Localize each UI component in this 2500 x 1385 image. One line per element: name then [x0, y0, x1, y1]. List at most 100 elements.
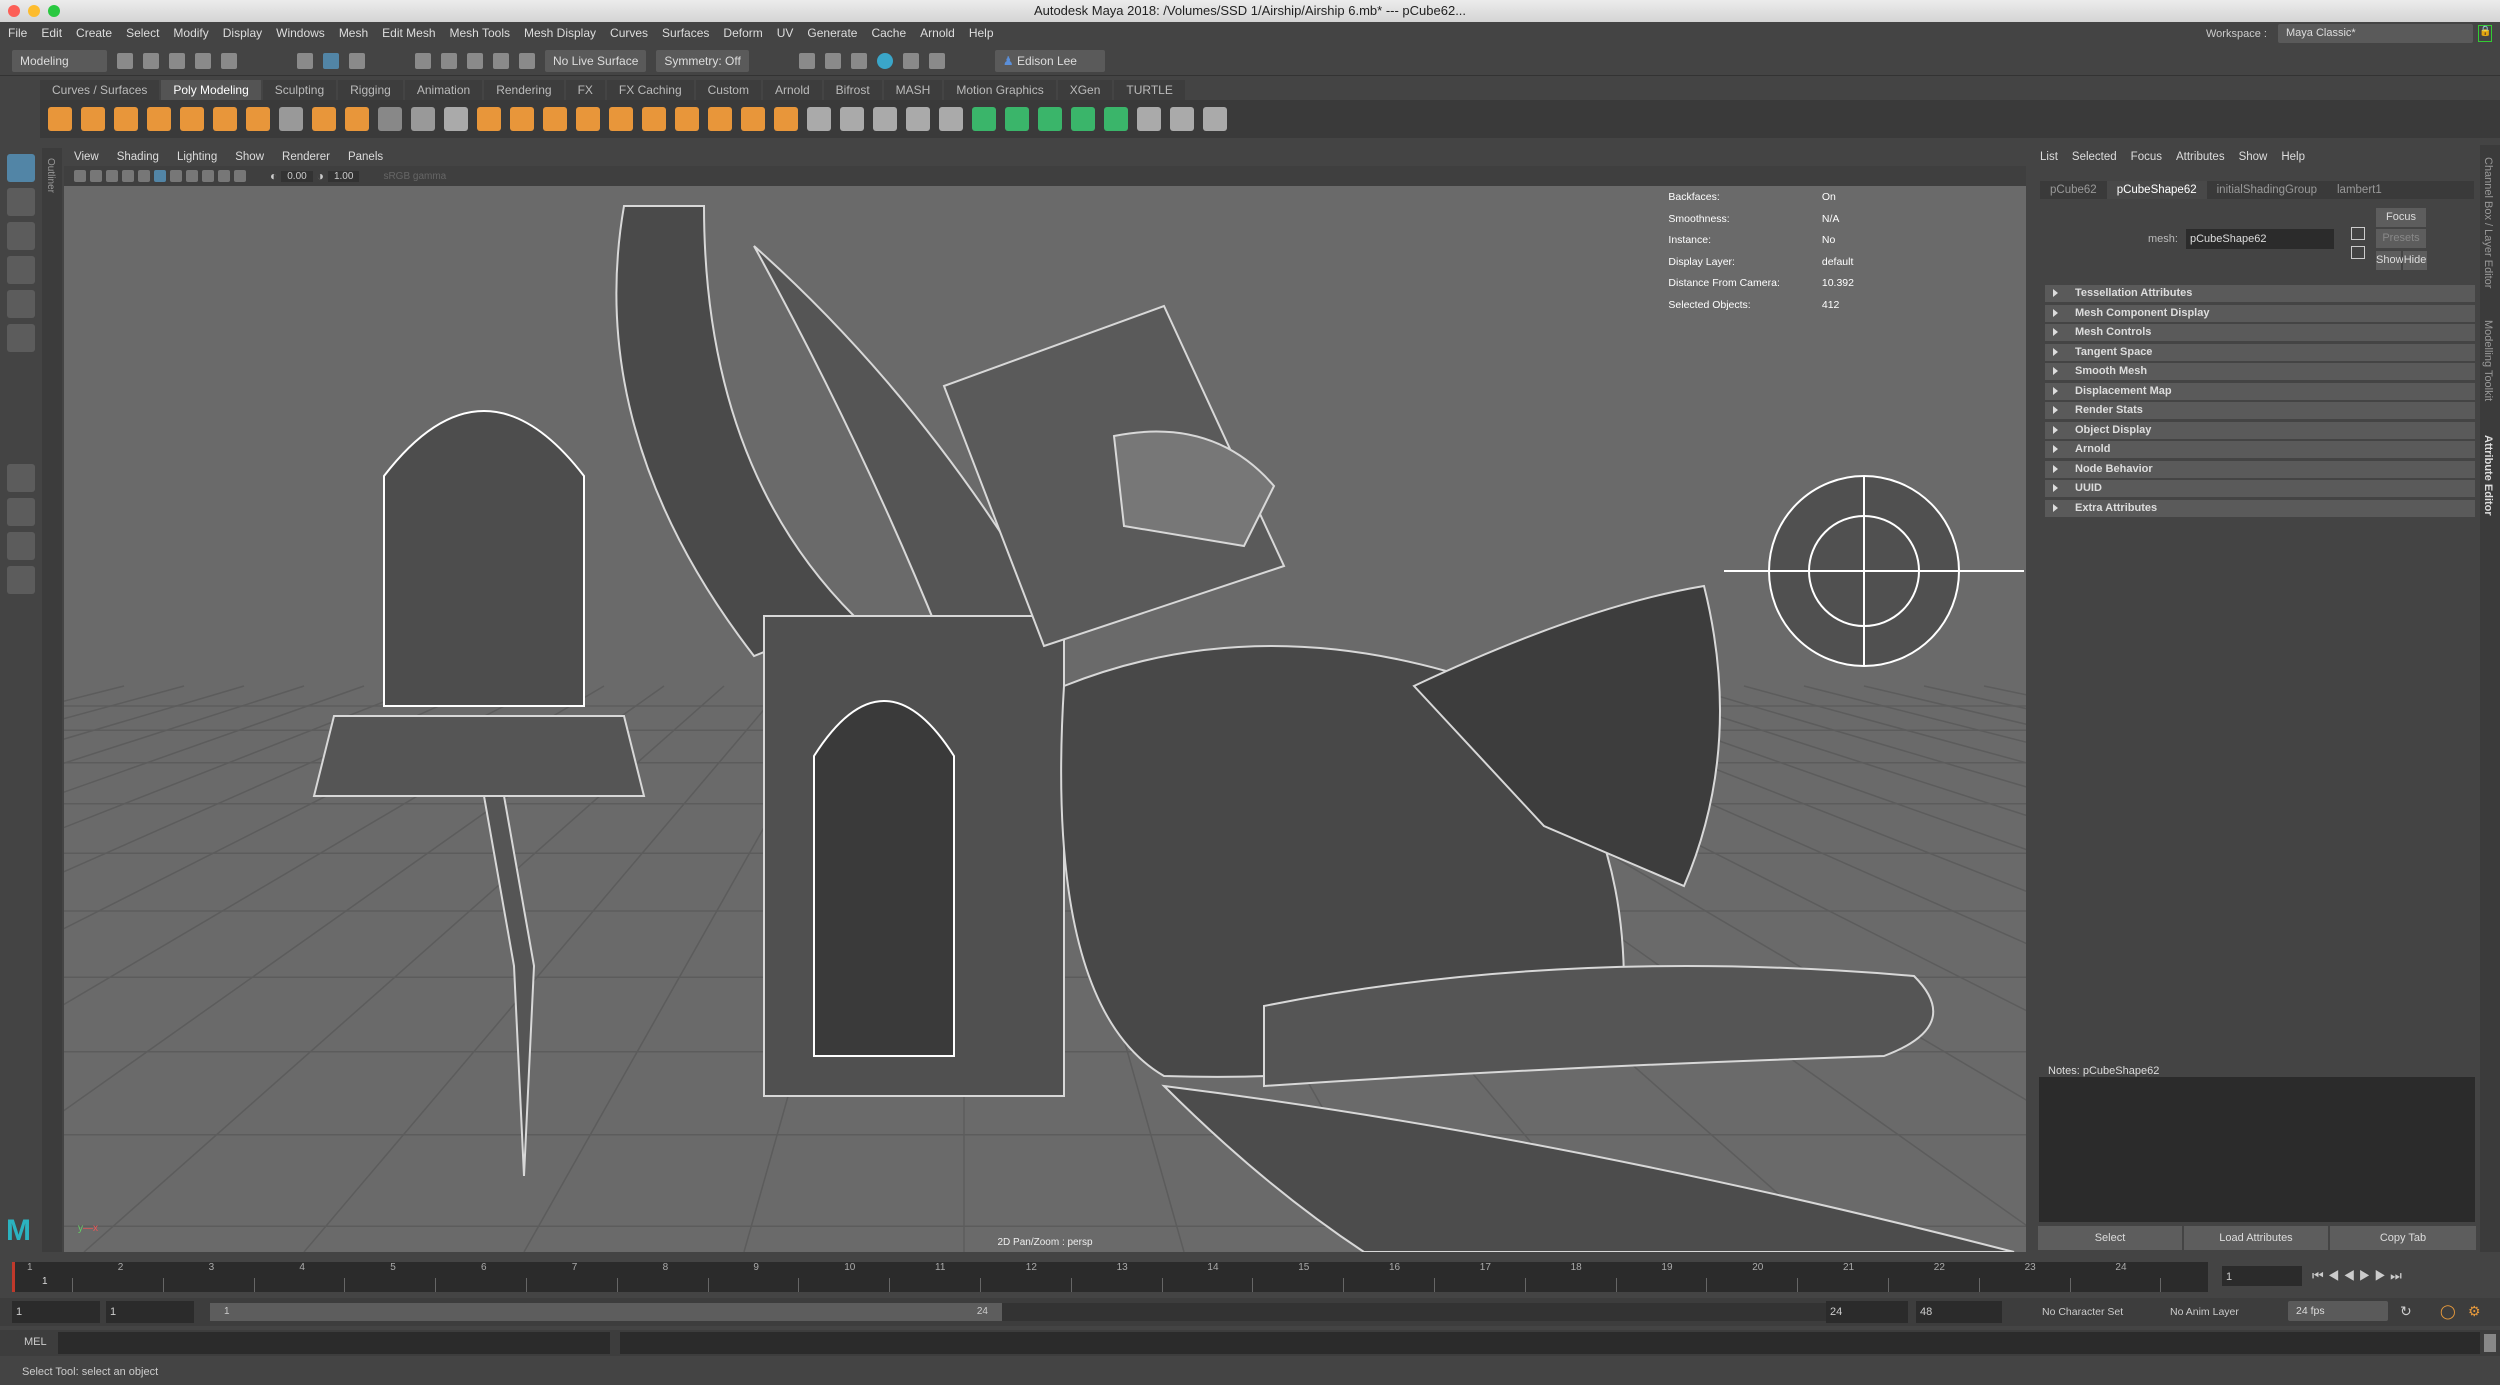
menuset-dropdown[interactable]: Modeling [12, 49, 107, 72]
new-scene-icon[interactable] [117, 52, 133, 69]
attr-tab-lambert1[interactable]: lambert1 [2327, 181, 2392, 199]
shelf-tool-1-icon[interactable] [48, 107, 72, 131]
shelf-tool-4-icon[interactable] [147, 107, 171, 131]
four-view-layout-icon[interactable] [7, 498, 35, 526]
menu-cache[interactable]: Cache [871, 26, 906, 40]
section-node-behavior[interactable]: Node Behavior [2045, 460, 2475, 478]
viewport-persp[interactable]: View Shading Lighting Show Renderer Panels ◐ 0… [64, 148, 2026, 1252]
shelf-tool-32-icon[interactable] [1071, 107, 1095, 131]
camera-attributes-icon[interactable] [74, 170, 86, 182]
fps-dropdown[interactable]: 24 fps [2288, 1301, 2388, 1321]
rotate-tool-icon[interactable] [7, 290, 35, 318]
shelf-tab-animation[interactable]: Animation [404, 80, 483, 100]
snap-curve-icon[interactable] [441, 52, 457, 69]
shelf-tool-14-icon[interactable] [477, 107, 501, 131]
shadows-icon[interactable] [218, 170, 230, 182]
section-arnold[interactable]: Arnold [2045, 441, 2475, 458]
shelf-tab-turtle[interactable]: TURTLE [1114, 80, 1185, 100]
show-button[interactable]: Show [2376, 251, 2404, 270]
section-object-display[interactable]: Object Display [2045, 421, 2475, 439]
menu-help[interactable]: Help [969, 26, 994, 40]
step-forward-icon[interactable]: ▶ [2375, 1268, 2391, 1283]
grid-toggle-icon[interactable] [122, 170, 134, 182]
shelf-tool-7-icon[interactable] [246, 107, 270, 131]
step-back-icon[interactable]: ◀ [2328, 1268, 2344, 1283]
command-input[interactable] [58, 1332, 610, 1354]
minimize-button[interactable] [28, 5, 40, 17]
shelf-tool-19-icon[interactable] [642, 107, 666, 131]
attr-tab-pcubeshape62[interactable]: pCubeShape62 [2106, 181, 2207, 199]
lock-icon[interactable]: 🔒 [2478, 25, 2492, 42]
shelf-tool-11-icon[interactable] [378, 107, 402, 131]
shelf-tab-arnold[interactable]: Arnold [762, 80, 822, 100]
copy-tab-button[interactable]: Copy Tab [2330, 1226, 2476, 1250]
shelf-tool-18-icon[interactable] [609, 107, 633, 131]
move-tool-icon[interactable] [7, 256, 35, 284]
attr-menu-list[interactable]: List [2040, 151, 2058, 163]
shelf-tool-10-icon[interactable] [345, 107, 369, 131]
menu-file[interactable]: File [8, 26, 27, 40]
shelf-tool-34-icon[interactable] [1137, 107, 1161, 131]
shelf-tool-31-icon[interactable] [1038, 107, 1062, 131]
viewport-menu-panels[interactable]: Panels [348, 151, 383, 163]
load-attributes-button[interactable]: Load Attributes [2184, 1226, 2328, 1250]
attr-menu-focus[interactable]: Focus [2131, 151, 2162, 163]
snap-point-icon[interactable] [467, 52, 483, 69]
attr-menu-show[interactable]: Show [2239, 151, 2268, 163]
shelf-tool-28-icon[interactable] [939, 107, 963, 131]
section-mesh-controls[interactable]: Mesh Controls [2045, 324, 2475, 341]
select-button[interactable]: Select [2038, 1226, 2182, 1250]
range-slider[interactable]: 1 24 [210, 1303, 1826, 1321]
menu-surfaces[interactable]: Surfaces [662, 26, 709, 40]
bookmark-icon[interactable] [90, 170, 102, 182]
shelf-tab-fx-caching[interactable]: FX Caching [606, 80, 694, 100]
output-connection-icon[interactable] [2351, 246, 2365, 259]
shelf-tool-33-icon[interactable] [1104, 107, 1128, 131]
menu-curves[interactable]: Curves [610, 26, 648, 40]
section-tangent-space[interactable]: Tangent Space [2045, 343, 2475, 361]
lighting-icon[interactable] [202, 170, 214, 182]
attr-tab-pcube62[interactable]: pCube62 [2040, 181, 2107, 199]
section-tessellation-attributes[interactable]: Tessellation Attributes [2045, 285, 2475, 302]
shelf-tool-16-icon[interactable] [543, 107, 567, 131]
shelf-tool-13-icon[interactable] [444, 107, 468, 131]
viewport-menu-lighting[interactable]: Lighting [177, 151, 217, 163]
wireframe-on-shaded-icon[interactable] [170, 170, 182, 182]
shelf-tool-17-icon[interactable] [576, 107, 600, 131]
outliner-layout-icon[interactable] [7, 566, 35, 594]
shelf-tool-20-icon[interactable] [675, 107, 699, 131]
shelf-tool-25-icon[interactable] [840, 107, 864, 131]
shelf-tool-2-icon[interactable] [81, 107, 105, 131]
go-to-end-icon[interactable]: ⏭ [2390, 1268, 2406, 1283]
paint-select-tool-icon[interactable] [7, 222, 35, 250]
notes-textarea[interactable] [2039, 1077, 2475, 1222]
section-render-stats[interactable]: Render Stats [2045, 402, 2475, 419]
user-account-dropdown[interactable]: ♟ Edison Lee [994, 49, 1105, 72]
viewport-menu-shading[interactable]: Shading [117, 151, 159, 163]
shelf-tab-mash[interactable]: MASH [883, 80, 943, 100]
live-surface-field[interactable]: No Live Surface [545, 49, 647, 72]
textured-icon[interactable] [186, 170, 198, 182]
shelf-tab-sculpting[interactable]: Sculpting [262, 80, 337, 100]
time-slider[interactable]: 1 1 2 3 4 5 6 7 8 9 10 11 12 13 14 15 16 17 18 19 20 21 22 23 2… [12, 1262, 2208, 1292]
image-plane-icon[interactable] [106, 170, 118, 182]
shelf-tool-6-icon[interactable] [213, 107, 237, 131]
playback-start-field[interactable]: 1 [106, 1301, 194, 1323]
shelf-tab-rigging[interactable]: Rigging [338, 80, 403, 100]
menu-display[interactable]: Display [223, 26, 262, 40]
exposure-field[interactable]: 0.00 [281, 170, 313, 182]
shelf-tab-xgen[interactable]: XGen [1057, 80, 1113, 100]
animation-end-field[interactable]: 48 [1916, 1301, 2002, 1323]
shelf-tool-36-icon[interactable] [1203, 107, 1227, 131]
attr-tab-initialshadinggroup[interactable]: initialShadingGroup [2207, 181, 2327, 199]
pause-icon[interactable] [928, 52, 945, 69]
character-set-dropdown[interactable]: No Character Set [2042, 1306, 2123, 1318]
render-icon[interactable] [798, 52, 815, 69]
playhead[interactable] [12, 1262, 15, 1292]
snap-surface-icon[interactable] [519, 52, 535, 69]
section-mesh-component-display[interactable]: Mesh Component Display [2045, 304, 2475, 322]
shelf-tool-21-icon[interactable] [708, 107, 732, 131]
playback-end-field[interactable]: 24 [1826, 1301, 1908, 1323]
hypershade-icon[interactable] [876, 52, 893, 69]
lasso-tool-icon[interactable] [7, 188, 35, 216]
